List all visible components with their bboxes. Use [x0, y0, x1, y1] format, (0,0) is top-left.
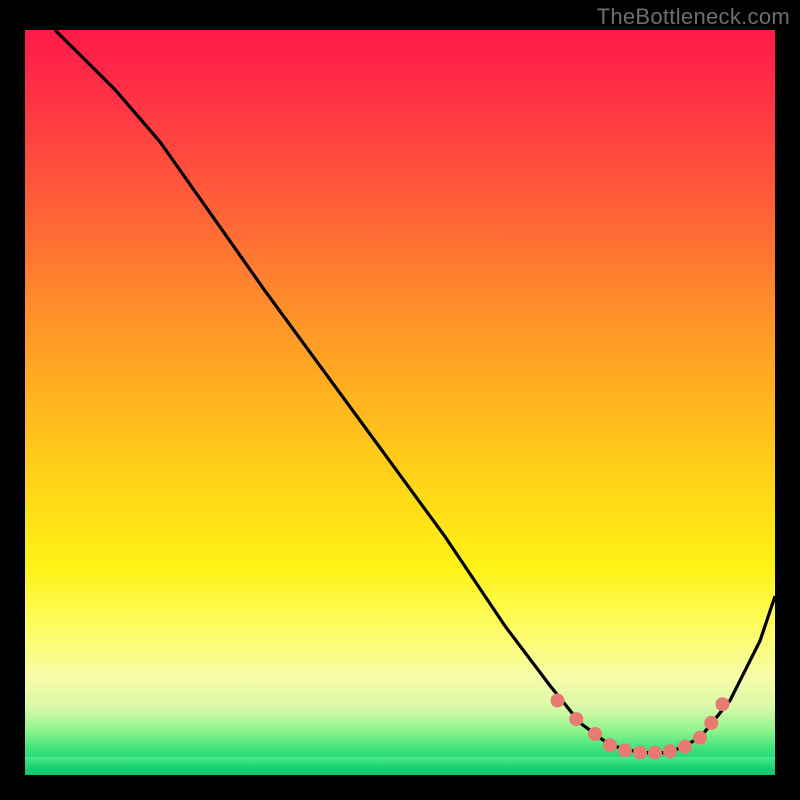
- valley-marker: [603, 738, 617, 752]
- valley-marker: [648, 746, 662, 760]
- curve-layer: [25, 30, 775, 775]
- valley-marker: [678, 740, 692, 754]
- bottleneck-curve: [55, 30, 775, 753]
- valley-markers: [551, 694, 730, 760]
- valley-marker: [569, 712, 583, 726]
- valley-marker: [693, 731, 707, 745]
- valley-marker: [704, 716, 718, 730]
- valley-marker: [551, 694, 565, 708]
- valley-marker: [618, 743, 632, 757]
- chart-frame: TheBottleneck.com: [0, 0, 800, 800]
- watermark-text: TheBottleneck.com: [597, 4, 790, 30]
- valley-marker: [663, 744, 677, 758]
- valley-marker: [588, 727, 602, 741]
- valley-marker: [716, 697, 730, 711]
- plot-area: [25, 30, 775, 775]
- valley-marker: [633, 746, 647, 760]
